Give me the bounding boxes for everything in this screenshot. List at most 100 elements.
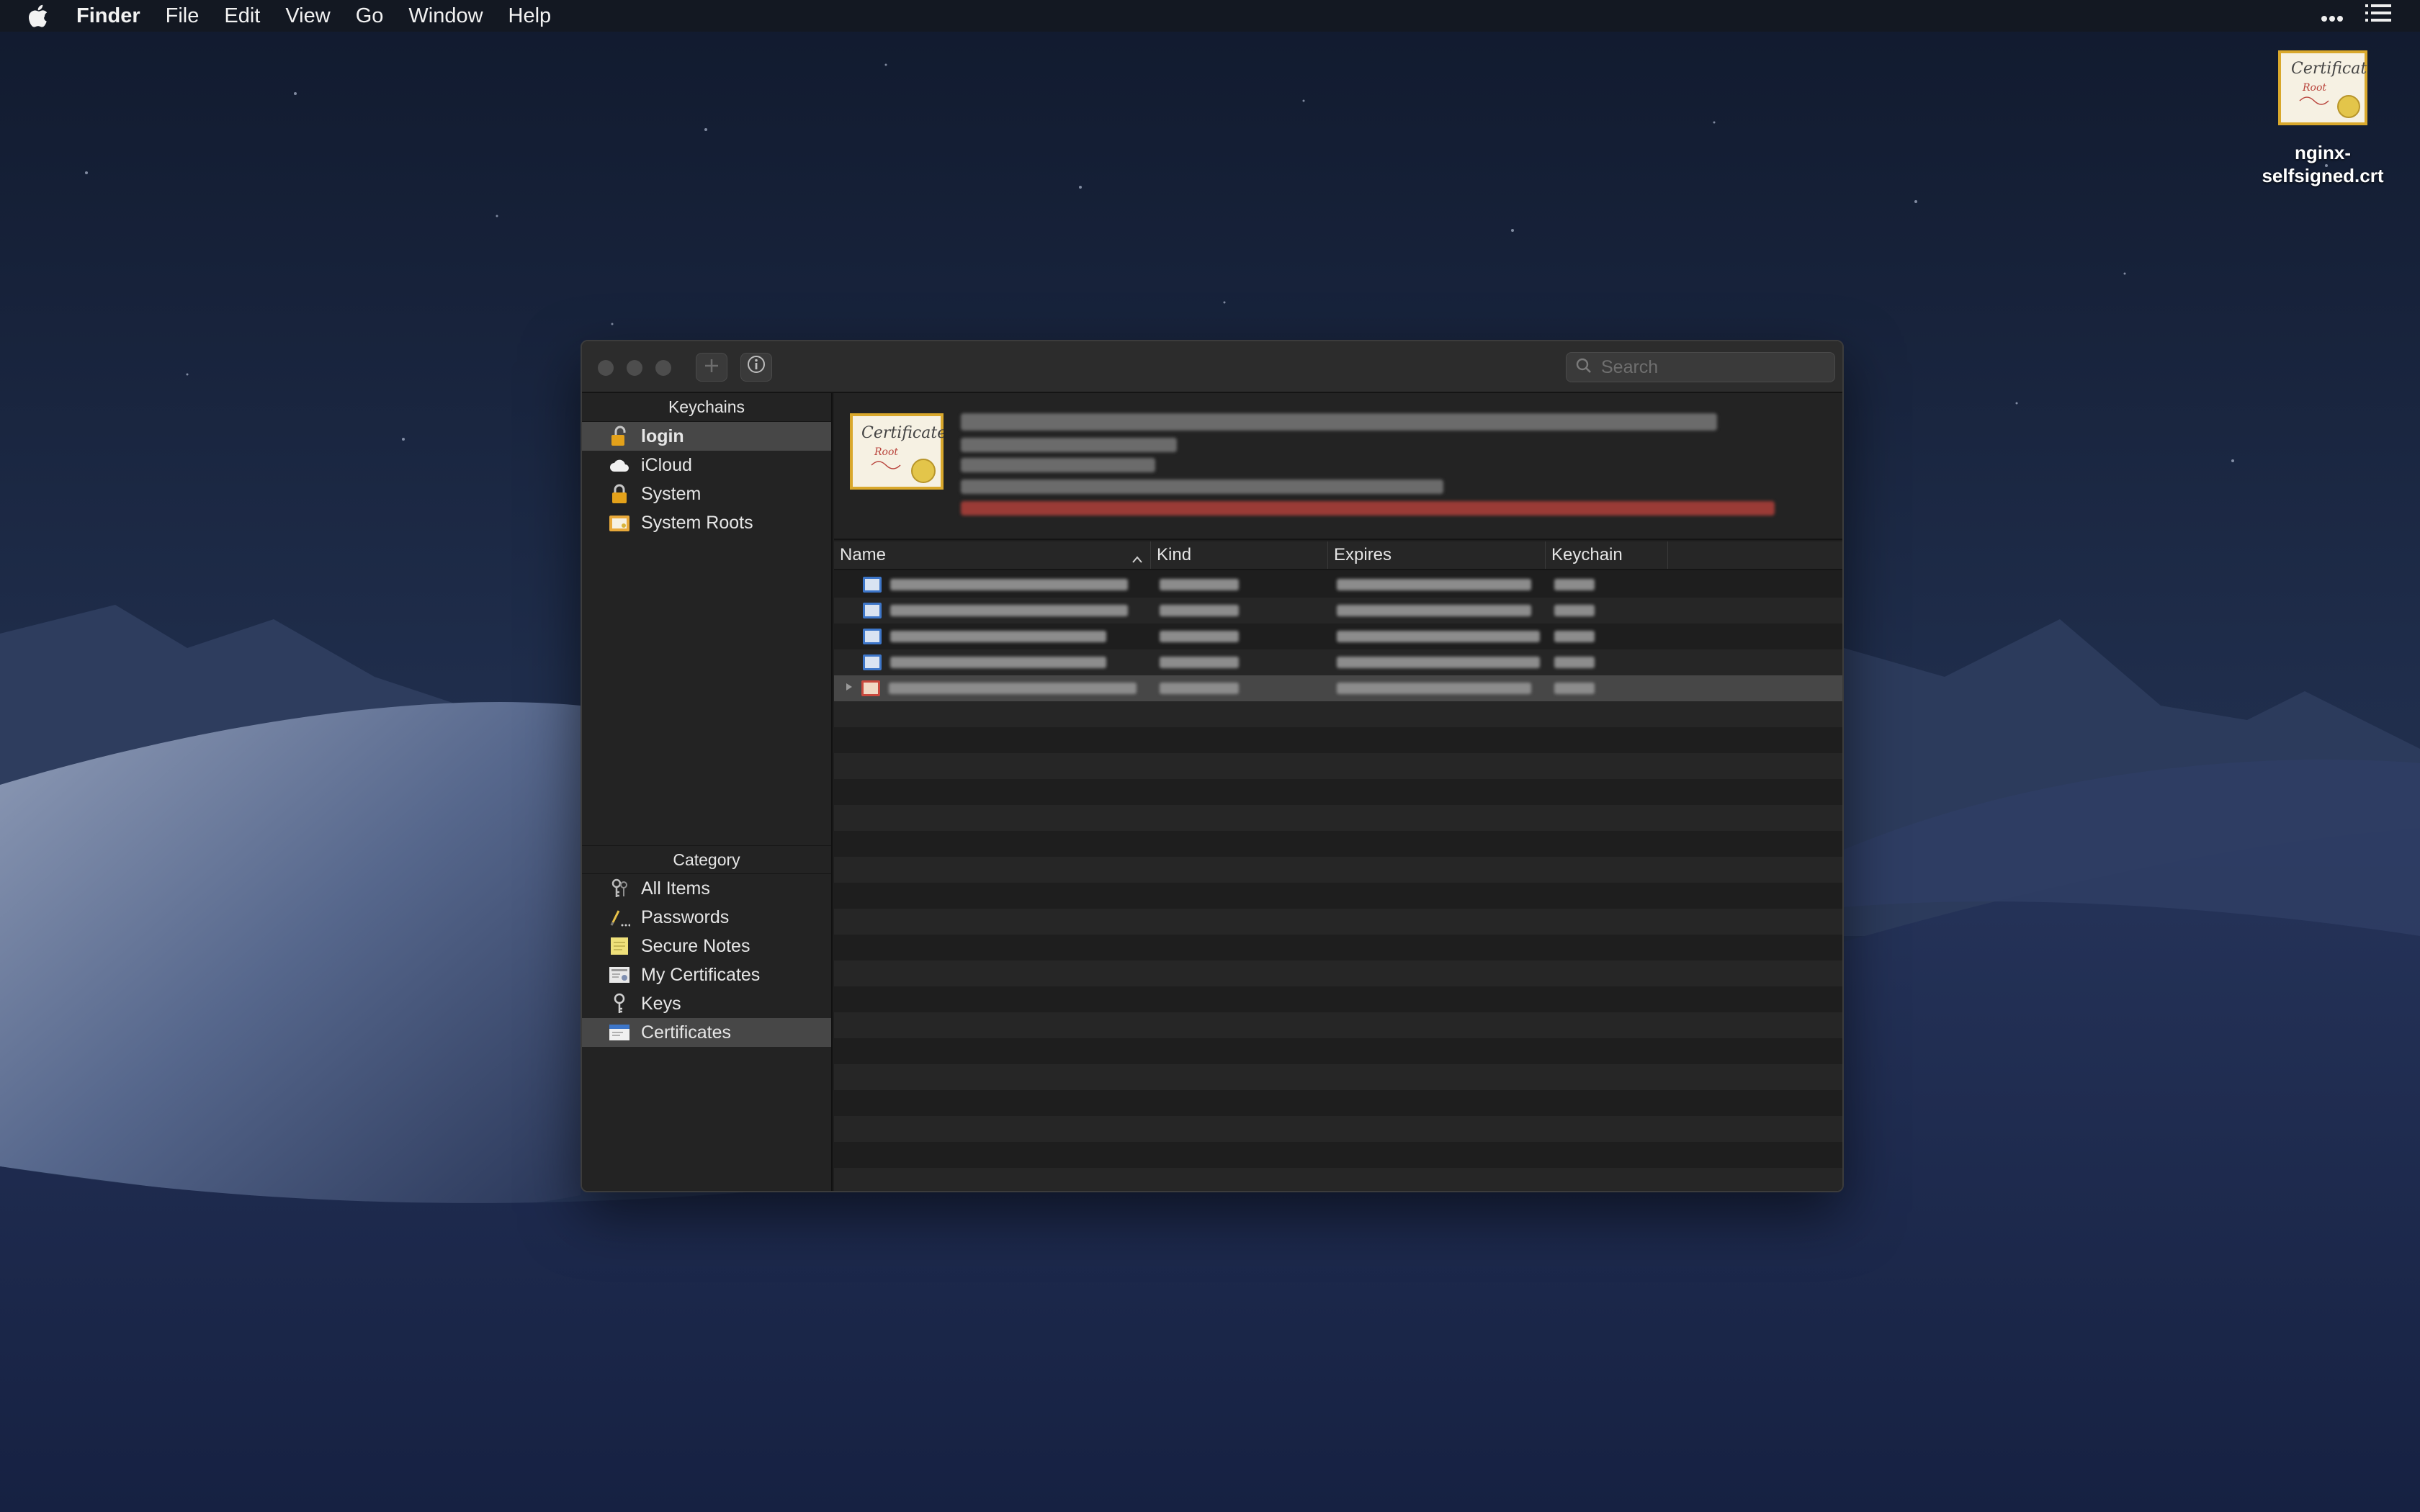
- sidebar-item-label: My Certificates: [641, 964, 761, 985]
- sidebar-item-label: System Roots: [641, 512, 753, 533]
- empty-row: [834, 909, 1842, 935]
- menu-help[interactable]: Help: [508, 4, 552, 28]
- certificate-preview: Certificate Root: [834, 393, 1842, 540]
- certificate-red-icon: [861, 680, 880, 696]
- redacted-keychain: [1554, 683, 1595, 694]
- table-header: Name Kind Expires Keychain: [834, 541, 1842, 570]
- certificate-blue-icon: [863, 654, 882, 670]
- redacted-cert-expiry: [961, 480, 1443, 494]
- redacted-cert-issuer: [961, 438, 1177, 452]
- redacted-cert-name: [890, 631, 1106, 642]
- sidebar-item-login[interactable]: login: [582, 422, 831, 451]
- table-row[interactable]: [834, 675, 1842, 701]
- redacted-kind: [1160, 657, 1239, 668]
- sidebar-item-icloud[interactable]: iCloud: [582, 451, 831, 480]
- menu-file[interactable]: File: [166, 4, 200, 28]
- sidebar-item-secure-notes[interactable]: Secure Notes: [582, 932, 831, 960]
- redacted-keychain: [1554, 579, 1595, 590]
- sidebar-item-keys[interactable]: Keys: [582, 989, 831, 1018]
- sidebar-item-system-roots[interactable]: System Roots: [582, 508, 831, 537]
- info-icon: [747, 355, 766, 379]
- desktop-file-label: nginx- selfsigned.crt: [2247, 141, 2398, 187]
- disclosure-triangle-icon[interactable]: [844, 682, 854, 696]
- sidebar: Keychains login iCloud System System Roo…: [582, 393, 833, 1191]
- window-toolbar: [582, 341, 1842, 393]
- sidebar-item-my-certificates[interactable]: My Certificates: [582, 960, 831, 989]
- cloud-icon: [608, 454, 631, 477]
- table-row[interactable]: [834, 572, 1842, 598]
- sort-ascending-icon: [1131, 549, 1143, 569]
- sidebar-item-label: login: [641, 426, 684, 446]
- folder-certificate-icon: [608, 511, 631, 534]
- redacted-expires: [1337, 631, 1540, 642]
- svg-text:Certificate: Certificate: [2291, 60, 2367, 78]
- add-item-button[interactable]: [696, 353, 727, 382]
- close-button[interactable]: [598, 360, 614, 376]
- column-header-label: Name: [840, 545, 887, 564]
- my-certificate-icon: [608, 963, 631, 986]
- empty-row: [834, 831, 1842, 857]
- sidebar-item-label: Certificates: [641, 1022, 732, 1043]
- keychain-access-window: Keychains login iCloud System System Roo…: [581, 340, 1844, 1192]
- menu-view[interactable]: View: [285, 4, 330, 28]
- column-name-header[interactable]: Name: [834, 541, 1151, 569]
- column-keychain-header[interactable]: Keychain: [1546, 541, 1668, 569]
- redacted-keychain: [1554, 657, 1595, 668]
- empty-row: [834, 883, 1842, 909]
- note-icon: [608, 935, 631, 958]
- sidebar-item-certificates[interactable]: Certificates: [582, 1018, 831, 1047]
- keychains-header: Keychains: [582, 393, 831, 422]
- redacted-kind: [1160, 579, 1239, 590]
- search-input[interactable]: [1601, 356, 1817, 378]
- svg-text:Root: Root: [874, 446, 898, 458]
- empty-row: [834, 805, 1842, 831]
- menu-bar: Finder File Edit View Go Window Help: [0, 0, 2420, 32]
- empty-row: [834, 727, 1842, 753]
- menu-go[interactable]: Go: [356, 4, 384, 28]
- redacted-cert-status: [961, 501, 1775, 516]
- desktop-file-nginx-crt[interactable]: Certificate Root nginx- selfsigned.crt: [2247, 50, 2398, 187]
- table-row[interactable]: [834, 624, 1842, 649]
- list-icon[interactable]: [2365, 4, 2391, 28]
- keys-icon: [608, 877, 631, 900]
- redacted-expires: [1337, 579, 1531, 590]
- sidebar-item-label: Passwords: [641, 906, 730, 927]
- minimize-button[interactable]: [627, 360, 642, 376]
- empty-row: [834, 753, 1842, 779]
- padlock-icon: [608, 482, 631, 505]
- empty-row: [834, 986, 1842, 1012]
- sidebar-item-all-items[interactable]: All Items: [582, 874, 831, 903]
- search-field[interactable]: [1566, 352, 1835, 382]
- table-row[interactable]: [834, 649, 1842, 675]
- sidebar-item-system[interactable]: System: [582, 480, 831, 508]
- sidebar-item-passwords[interactable]: Passwords: [582, 903, 831, 932]
- sidebar-item-label: System: [641, 483, 702, 504]
- redacted-cert-name: [890, 605, 1128, 616]
- redacted-expires: [1337, 657, 1540, 668]
- redacted-cert-title: [961, 413, 1717, 431]
- zoom-button[interactable]: [655, 360, 671, 376]
- redacted-expires: [1337, 605, 1531, 616]
- get-info-button[interactable]: [740, 353, 772, 382]
- empty-row: [834, 779, 1842, 805]
- apple-menu-icon[interactable]: [27, 1, 52, 30]
- column-header-label: Kind: [1157, 545, 1192, 564]
- menu-window[interactable]: Window: [408, 4, 483, 28]
- certificate-blue-icon: [863, 603, 882, 618]
- column-expires-header[interactable]: Expires: [1328, 541, 1546, 569]
- empty-row: [834, 1038, 1842, 1064]
- menu-app-name[interactable]: Finder: [76, 4, 140, 28]
- column-kind-header[interactable]: Kind: [1151, 541, 1328, 569]
- certificate-list: [834, 572, 1842, 1191]
- plus-icon: [704, 355, 720, 379]
- menu-edit[interactable]: Edit: [224, 4, 260, 28]
- svg-text:Root: Root: [2302, 82, 2326, 94]
- certificate-icon: [608, 1021, 631, 1044]
- empty-row: [834, 935, 1842, 960]
- redacted-kind: [1160, 683, 1239, 694]
- empty-row: [834, 857, 1842, 883]
- pencil-icon: [608, 906, 631, 929]
- certificate-blue-icon: [863, 629, 882, 644]
- table-row[interactable]: [834, 598, 1842, 624]
- more-icon[interactable]: [2321, 4, 2344, 28]
